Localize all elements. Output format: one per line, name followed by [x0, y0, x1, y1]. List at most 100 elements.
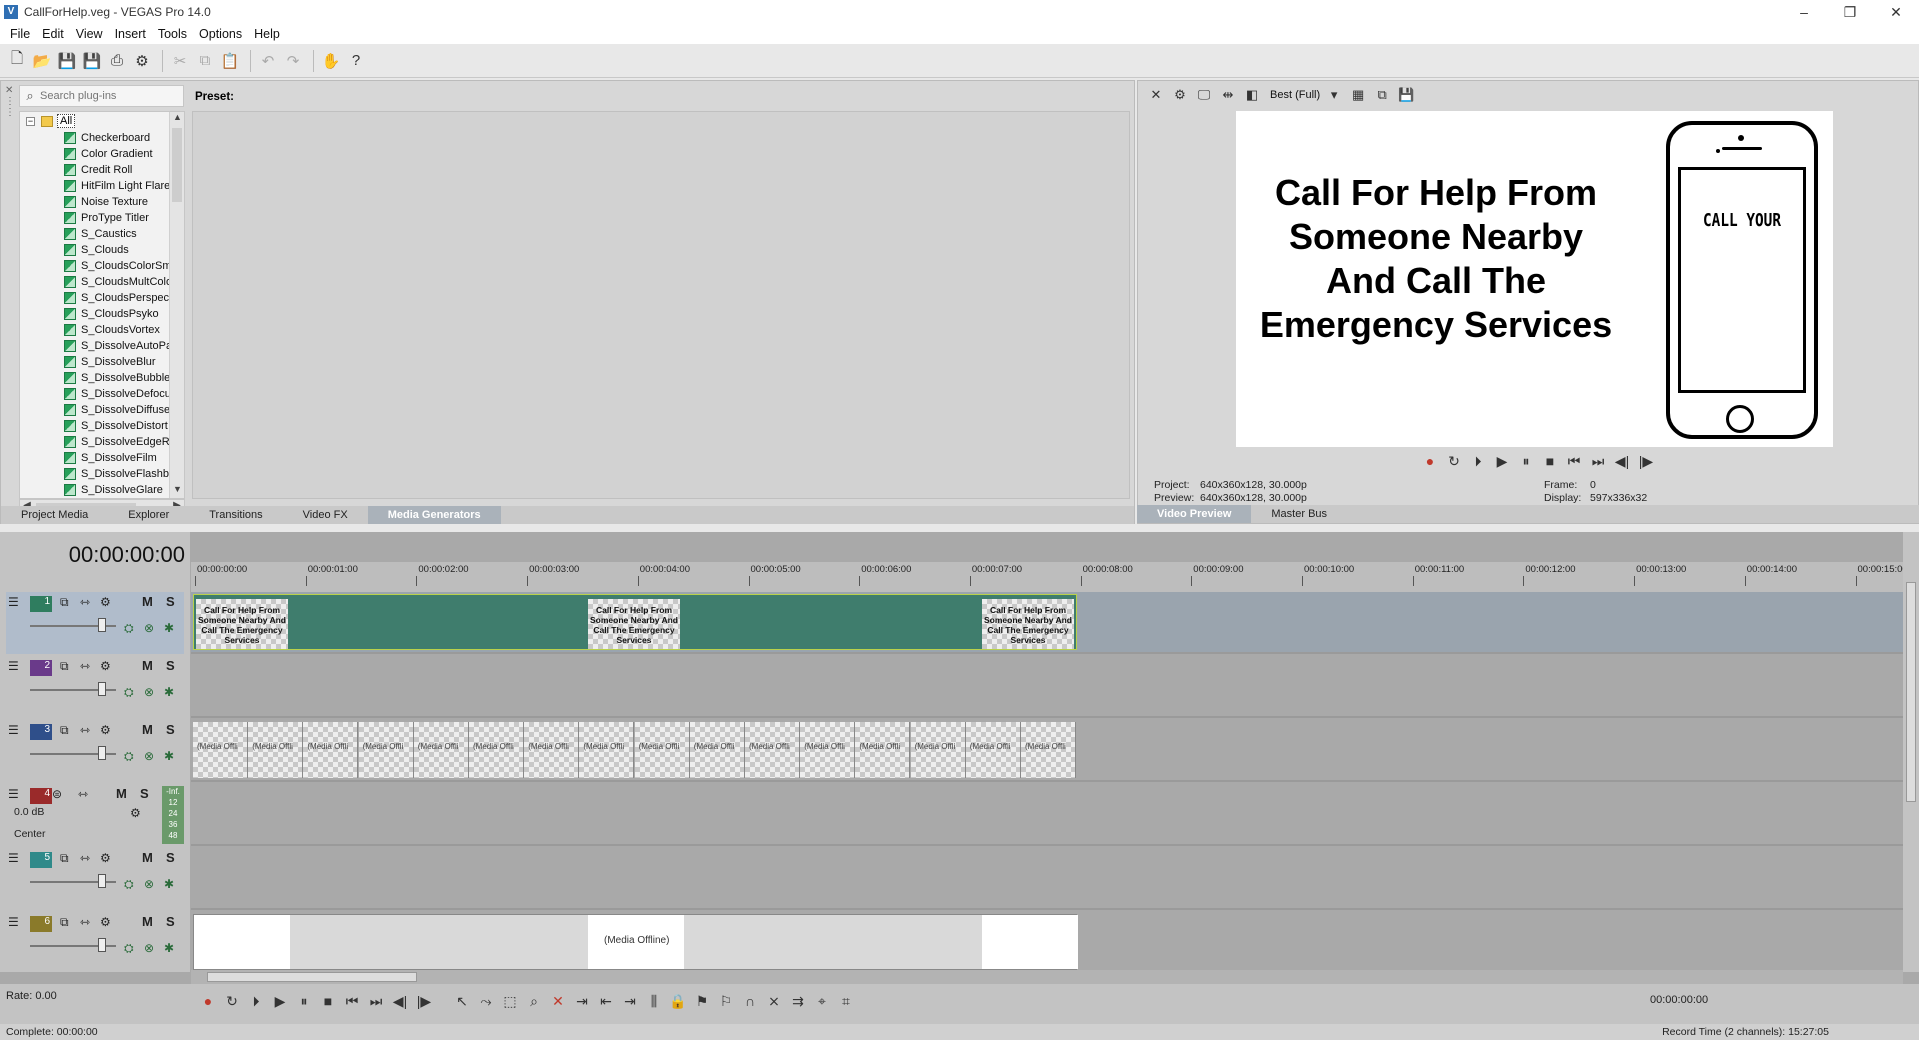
record-icon[interactable]: ● [196, 990, 220, 1012]
properties-gear-icon[interactable]: ⚙ [131, 50, 153, 72]
new-project-icon[interactable]: 🗋 [6, 50, 28, 72]
minimize-button[interactable]: – [1781, 0, 1827, 24]
tree-item[interactable]: S_DissolveBubble [64, 370, 174, 386]
parent-motion-icon[interactable]: ⊗ [144, 621, 154, 635]
track-fx-chain-icon[interactable]: ⛭ [124, 621, 134, 636]
track-motion-icon[interactable]: ⧉ [60, 659, 69, 674]
play-from-start-icon[interactable]: ⏵ [244, 990, 268, 1012]
parent-motion-icon[interactable]: ⊗ [144, 877, 154, 891]
tree-item[interactable]: S_DissolveAutoPaint [64, 338, 174, 354]
plugin-search-input[interactable] [40, 90, 180, 102]
offline-media-cell[interactable]: (Media Offli [855, 722, 911, 778]
go-to-end-icon[interactable]: ⏭ [1586, 451, 1610, 471]
compositing-mode-icon[interactable]: ⇿ [80, 659, 90, 673]
tab-explorer[interactable]: Explorer [108, 506, 189, 524]
next-frame-icon[interactable]: |▶ [412, 990, 436, 1012]
track-lane-4[interactable] [191, 784, 1903, 846]
loop-playback-icon[interactable]: ↻ [1442, 451, 1466, 471]
menu-tools[interactable]: Tools [152, 27, 193, 41]
copy-icon[interactable]: ⧉ [194, 50, 216, 72]
cut-icon[interactable]: ✂ [169, 50, 191, 72]
parent-motion-icon[interactable]: ⊗ [144, 941, 154, 955]
tree-item[interactable]: S_Caustics [64, 226, 174, 242]
tree-item[interactable]: S_CloudsPsyko [64, 306, 174, 322]
split-icon[interactable]: ⫼ [642, 990, 666, 1012]
tree-item[interactable]: S_CloudsMultColor [64, 274, 174, 290]
level-slider-handle[interactable] [98, 746, 106, 760]
tree-item[interactable]: S_DissolveDefocus [64, 386, 174, 402]
track-expand-icon[interactable]: ☰ [8, 723, 19, 737]
track-lane-2[interactable] [191, 656, 1903, 718]
menu-insert[interactable]: Insert [109, 27, 152, 41]
trim-icon[interactable]: ⇥ [570, 990, 594, 1012]
track-expand-icon[interactable]: ☰ [8, 915, 19, 929]
save-icon[interactable]: 💾 [56, 50, 78, 72]
tree-item[interactable]: Checkerboard [64, 130, 174, 146]
offline-media-cell[interactable]: (Media Offli [248, 722, 304, 778]
tree-item[interactable]: S_DissolveGlare [64, 482, 174, 498]
offline-media-cell[interactable]: (Media Offli [634, 722, 690, 778]
offline-media-cell[interactable]: (Media Offli [910, 722, 966, 778]
level-slider-handle[interactable] [98, 938, 106, 952]
level-slider-handle[interactable] [98, 682, 106, 696]
solo-button[interactable]: S [140, 786, 149, 801]
offline-media-cell[interactable]: (Media Offli [1021, 722, 1076, 778]
auto-ripple-icon[interactable]: ⇉ [786, 990, 810, 1012]
overlays-grid-icon[interactable]: ▦ [1348, 85, 1368, 105]
scroll-up-icon[interactable]: ▲ [170, 112, 184, 126]
solo-button[interactable]: S [166, 658, 175, 673]
compositing-mode-icon[interactable]: ⇿ [80, 851, 90, 865]
offline-media-cell[interactable]: (Media Offli [303, 722, 359, 778]
zoom-tool-icon[interactable]: ⌕ [522, 990, 546, 1012]
pause-icon[interactable]: ⏸ [1514, 451, 1538, 471]
tree-vertical-scrollbar[interactable]: ▲ ▼ [169, 112, 184, 498]
copy-snapshot-icon[interactable]: ⧉ [1372, 85, 1392, 105]
tree-item[interactable]: S_DissolveBlur [64, 354, 174, 370]
lock-icon[interactable]: 🔒 [666, 990, 690, 1012]
go-to-start-icon[interactable]: ⏮ [1562, 451, 1586, 471]
menu-file[interactable]: File [4, 27, 36, 41]
scroll-thumb[interactable] [207, 972, 417, 982]
composite-mode-icon[interactable]: ✱ [164, 877, 174, 891]
solo-button[interactable]: S [166, 850, 175, 865]
track-fx-icon[interactable]: ⚙ [100, 915, 111, 929]
menu-help[interactable]: Help [248, 27, 286, 41]
track-motion-icon[interactable]: ⧉ [60, 595, 69, 610]
track-header-3[interactable]: ☰ 3 ⧉ ⇿ ⚙ M S ⛭ ⊗ ✱ [6, 720, 184, 782]
track-header-6[interactable]: ☰ 6 ⧉ ⇿ ⚙ M S ⛭ ⊗ ✱ [6, 912, 184, 974]
selection-tool-icon[interactable]: ⬚ [498, 990, 522, 1012]
composite-mode-icon[interactable]: ✱ [164, 749, 174, 763]
offline-media-cell[interactable]: (Media Offli [579, 722, 635, 778]
external-monitor-icon[interactable]: 🖵 [1194, 85, 1214, 105]
offline-media-cell[interactable]: (Media Offli [800, 722, 856, 778]
snapping-icon[interactable]: ∩ [738, 990, 762, 1012]
offline-media-cell[interactable]: (Media Offli [469, 722, 524, 778]
offline-media-clip[interactable]: (Media Offline) [193, 914, 1078, 970]
lock-envelopes-icon[interactable]: ⌖ [810, 990, 834, 1012]
solo-button[interactable]: S [166, 914, 175, 929]
tab-project-media[interactable]: Project Media [1, 506, 108, 524]
audio-fx-icon[interactable]: ⇿ [78, 787, 88, 801]
go-to-start-icon[interactable]: ⏮ [340, 990, 364, 1012]
tab-media-generators[interactable]: Media Generators [367, 506, 501, 524]
tree-item[interactable]: S_DissolveEdgeRays [64, 434, 174, 450]
preset-list[interactable] [192, 111, 1130, 499]
offline-media-cell[interactable]: (Media Offli [193, 722, 248, 778]
track-header-1[interactable]: ☰ 1 ⧉ ⇿ ⚙ M S ⛭ ⊗ ✱ [6, 592, 184, 654]
solo-button[interactable]: S [166, 722, 175, 737]
envelope-tool-icon[interactable]: ⤳ [474, 990, 498, 1012]
video-clip[interactable]: Call For Help From Someone Nearby And Ca… [193, 594, 1077, 650]
menu-edit[interactable]: Edit [36, 27, 70, 41]
tree-item[interactable]: S_CloudsColorSmooth [64, 258, 174, 274]
normal-edit-tool-icon[interactable]: ↖ [450, 990, 474, 1012]
save-snapshot-icon[interactable]: 💾 [1396, 85, 1416, 105]
track-lane-5[interactable] [191, 848, 1903, 910]
audio-fx-gear-icon[interactable]: ⚙ [130, 806, 141, 820]
play-from-start-icon[interactable]: ⏵ [1466, 451, 1490, 471]
track-expand-icon[interactable]: ☰ [8, 787, 19, 801]
track-expand-icon[interactable]: ☰ [8, 851, 19, 865]
level-slider-handle[interactable] [98, 874, 106, 888]
timeline-vertical-scrollbar[interactable] [1903, 532, 1919, 972]
offline-media-cell[interactable]: (Media Offli [524, 722, 580, 778]
parent-motion-icon[interactable]: ⊗ [144, 749, 154, 763]
